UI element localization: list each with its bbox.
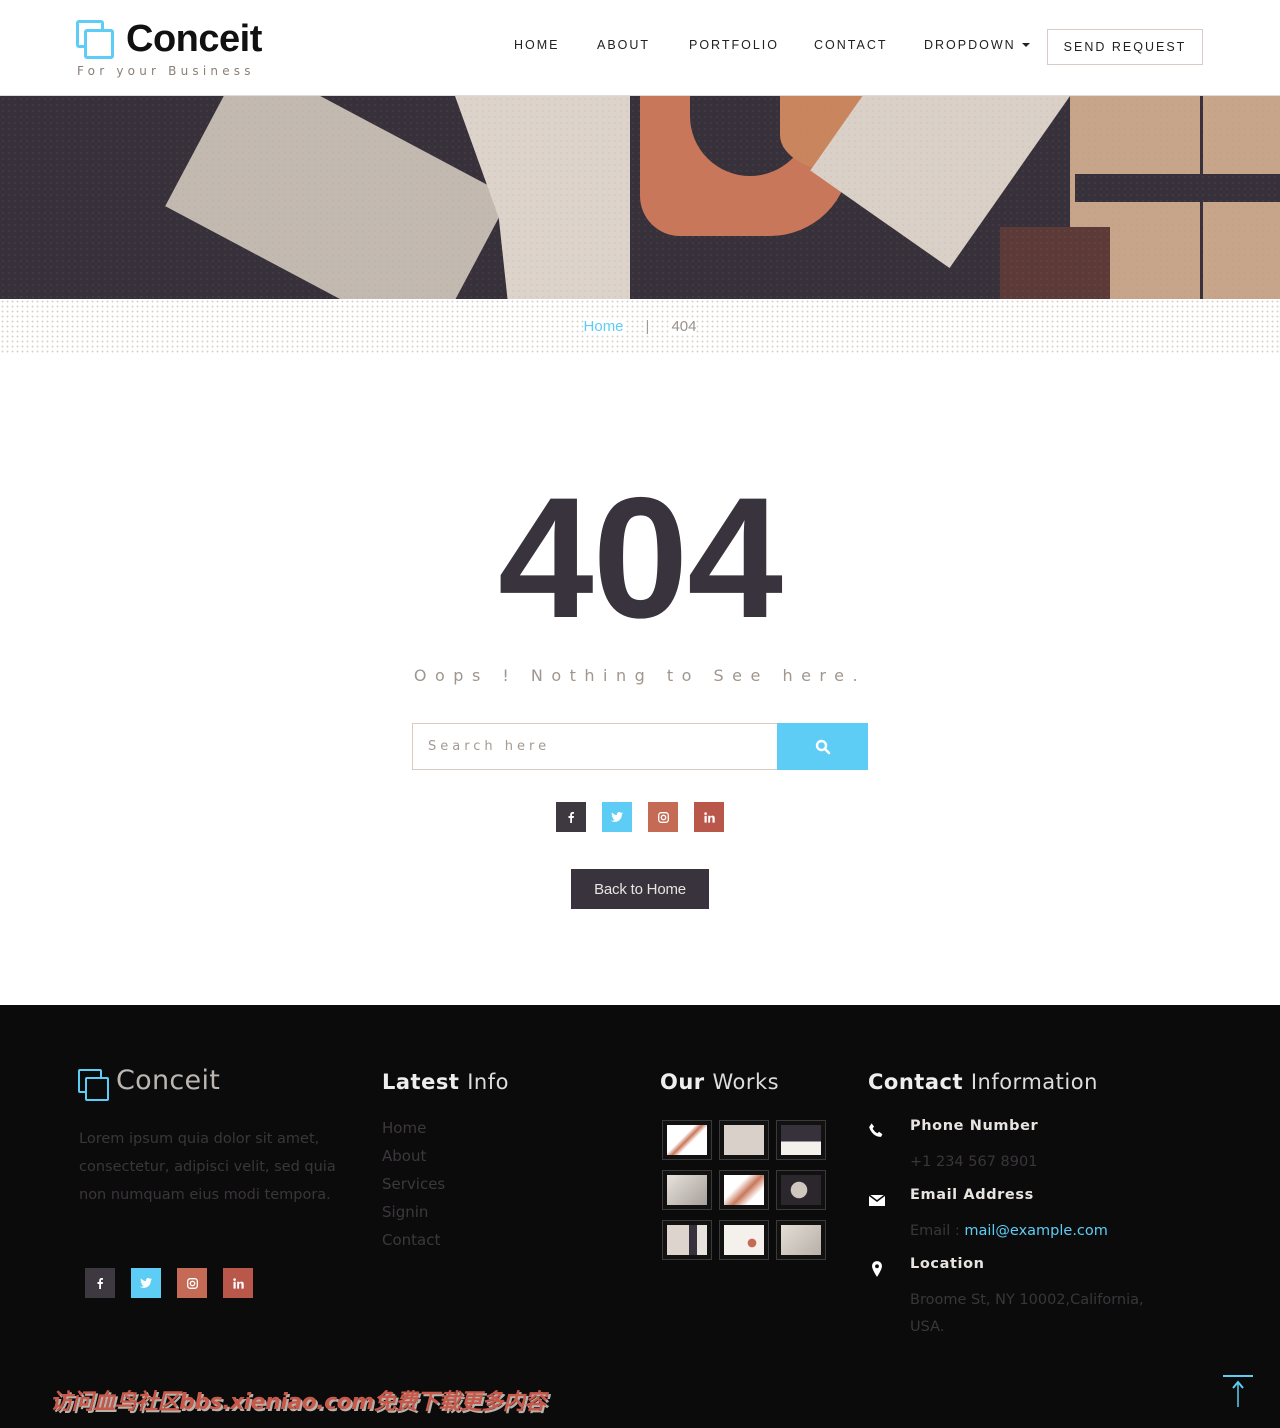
instagram-icon (657, 811, 669, 823)
work-thumbnail[interactable] (776, 1170, 826, 1210)
phone-icon (869, 1123, 883, 1137)
site-header: Conceit For your Business HOME ABOUT POR… (0, 0, 1280, 96)
work-thumbnail[interactable] (719, 1170, 769, 1210)
linkedin-icon (703, 811, 715, 823)
footer-facebook-link[interactable] (85, 1268, 115, 1298)
search-icon (815, 739, 830, 754)
footer-about-text: Lorem ipsum quia dolor sit amet, consect… (79, 1131, 336, 1203)
nav-about[interactable]: ABOUT (597, 38, 650, 52)
work-thumbnail[interactable] (662, 1120, 712, 1160)
list-item: Signin (382, 1203, 445, 1231)
footer-logo[interactable]: Conceit (78, 1065, 278, 1109)
error-message: Oops ! Nothing to See here. (413, 666, 867, 685)
logo[interactable]: Conceit For your Business (76, 18, 286, 80)
list-item: Contact (382, 1231, 445, 1259)
work-thumbnail[interactable] (662, 1170, 712, 1210)
facebook-icon (568, 812, 574, 823)
caret-down-icon (1021, 42, 1030, 47)
breadcrumb-current: 404 (671, 318, 697, 335)
latest-info-links: Home About Services Signin Contact (382, 1119, 445, 1259)
footer-link-contact[interactable]: Contact (382, 1231, 440, 1249)
footer-twitter-link[interactable] (131, 1268, 161, 1298)
nav-dropdown[interactable]: DROPDOWN (924, 38, 1030, 52)
footer-logo-text: Conceit (116, 1065, 221, 1096)
logo-tagline: For your Business (77, 64, 255, 78)
work-thumbnail[interactable] (719, 1220, 769, 1260)
location-title: Location (910, 1256, 985, 1272)
facebook-icon (97, 1278, 103, 1289)
list-item: Home (382, 1119, 445, 1147)
logo-text: Conceit (126, 18, 262, 60)
instagram-link[interactable] (648, 802, 678, 832)
watermark-text: 访问血鸟社区bbs.xieniao.com免费下载更多内容 (50, 1390, 546, 1415)
breadcrumb-band: Home | 404 (0, 299, 1280, 354)
nav-home[interactable]: HOME (514, 38, 560, 52)
location-value: Broome St, NY 10002,California, USA. (910, 1292, 1144, 1335)
social-links (556, 802, 724, 832)
footer-link-services[interactable]: Services (382, 1175, 445, 1193)
work-thumbnail[interactable] (776, 1120, 826, 1160)
breadcrumb-separator: | (645, 318, 650, 335)
works-gallery (662, 1120, 826, 1260)
breadcrumb: Home | 404 (0, 318, 1280, 335)
our-works-heading: Our Works (660, 1070, 780, 1094)
twitter-icon (611, 812, 623, 822)
footer-linkedin-link[interactable] (223, 1268, 253, 1298)
footer-instagram-link[interactable] (177, 1268, 207, 1298)
linkedin-icon (232, 1277, 244, 1289)
breadcrumb-home-link[interactable]: Home (583, 318, 624, 335)
arrow-up-icon (1223, 1375, 1253, 1407)
footer-social-links (85, 1268, 253, 1298)
work-thumbnail[interactable] (776, 1220, 826, 1260)
scroll-to-top-button[interactable] (1222, 1374, 1254, 1410)
footer-link-about[interactable]: About (382, 1147, 426, 1165)
error-code: 404 (498, 462, 783, 654)
search-input[interactable] (412, 723, 777, 770)
email-value: Email : mail@example.com (910, 1223, 1108, 1239)
site-footer: Conceit Lorem ipsum quia dolor sit amet,… (0, 1005, 1280, 1428)
search-form (412, 723, 868, 770)
email-title: Email Address (910, 1187, 1034, 1203)
list-item: About (382, 1147, 445, 1175)
instagram-icon (186, 1277, 198, 1289)
phone-title: Phone Number (910, 1118, 1039, 1134)
send-request-button[interactable]: SEND REQUEST (1047, 29, 1203, 65)
logo-mark-icon (76, 20, 116, 60)
linkedin-link[interactable] (694, 802, 724, 832)
email-link[interactable]: mail@example.com (964, 1223, 1108, 1239)
nav-contact[interactable]: CONTACT (814, 38, 888, 52)
work-thumbnail[interactable] (719, 1120, 769, 1160)
nav-portfolio[interactable]: PORTFOLIO (689, 38, 779, 52)
email-icon (868, 1194, 886, 1206)
location-pin-icon (872, 1261, 882, 1277)
list-item: Services (382, 1175, 445, 1203)
back-to-home-button[interactable]: Back to Home (571, 869, 709, 909)
nav-dropdown-label: DROPDOWN (924, 38, 1016, 52)
twitter-link[interactable] (602, 802, 632, 832)
phone-value: +1 234 567 8901 (910, 1154, 1038, 1170)
facebook-link[interactable] (556, 802, 586, 832)
work-thumbnail[interactable] (662, 1220, 712, 1260)
latest-info-heading: Latest Info (382, 1070, 509, 1094)
twitter-icon (140, 1278, 152, 1288)
footer-link-home[interactable]: Home (382, 1119, 426, 1137)
hero-banner-image (0, 96, 1280, 299)
footer-link-signin[interactable]: Signin (382, 1203, 428, 1221)
search-button[interactable] (777, 723, 868, 770)
contact-info-heading: Contact Information (868, 1070, 1098, 1094)
